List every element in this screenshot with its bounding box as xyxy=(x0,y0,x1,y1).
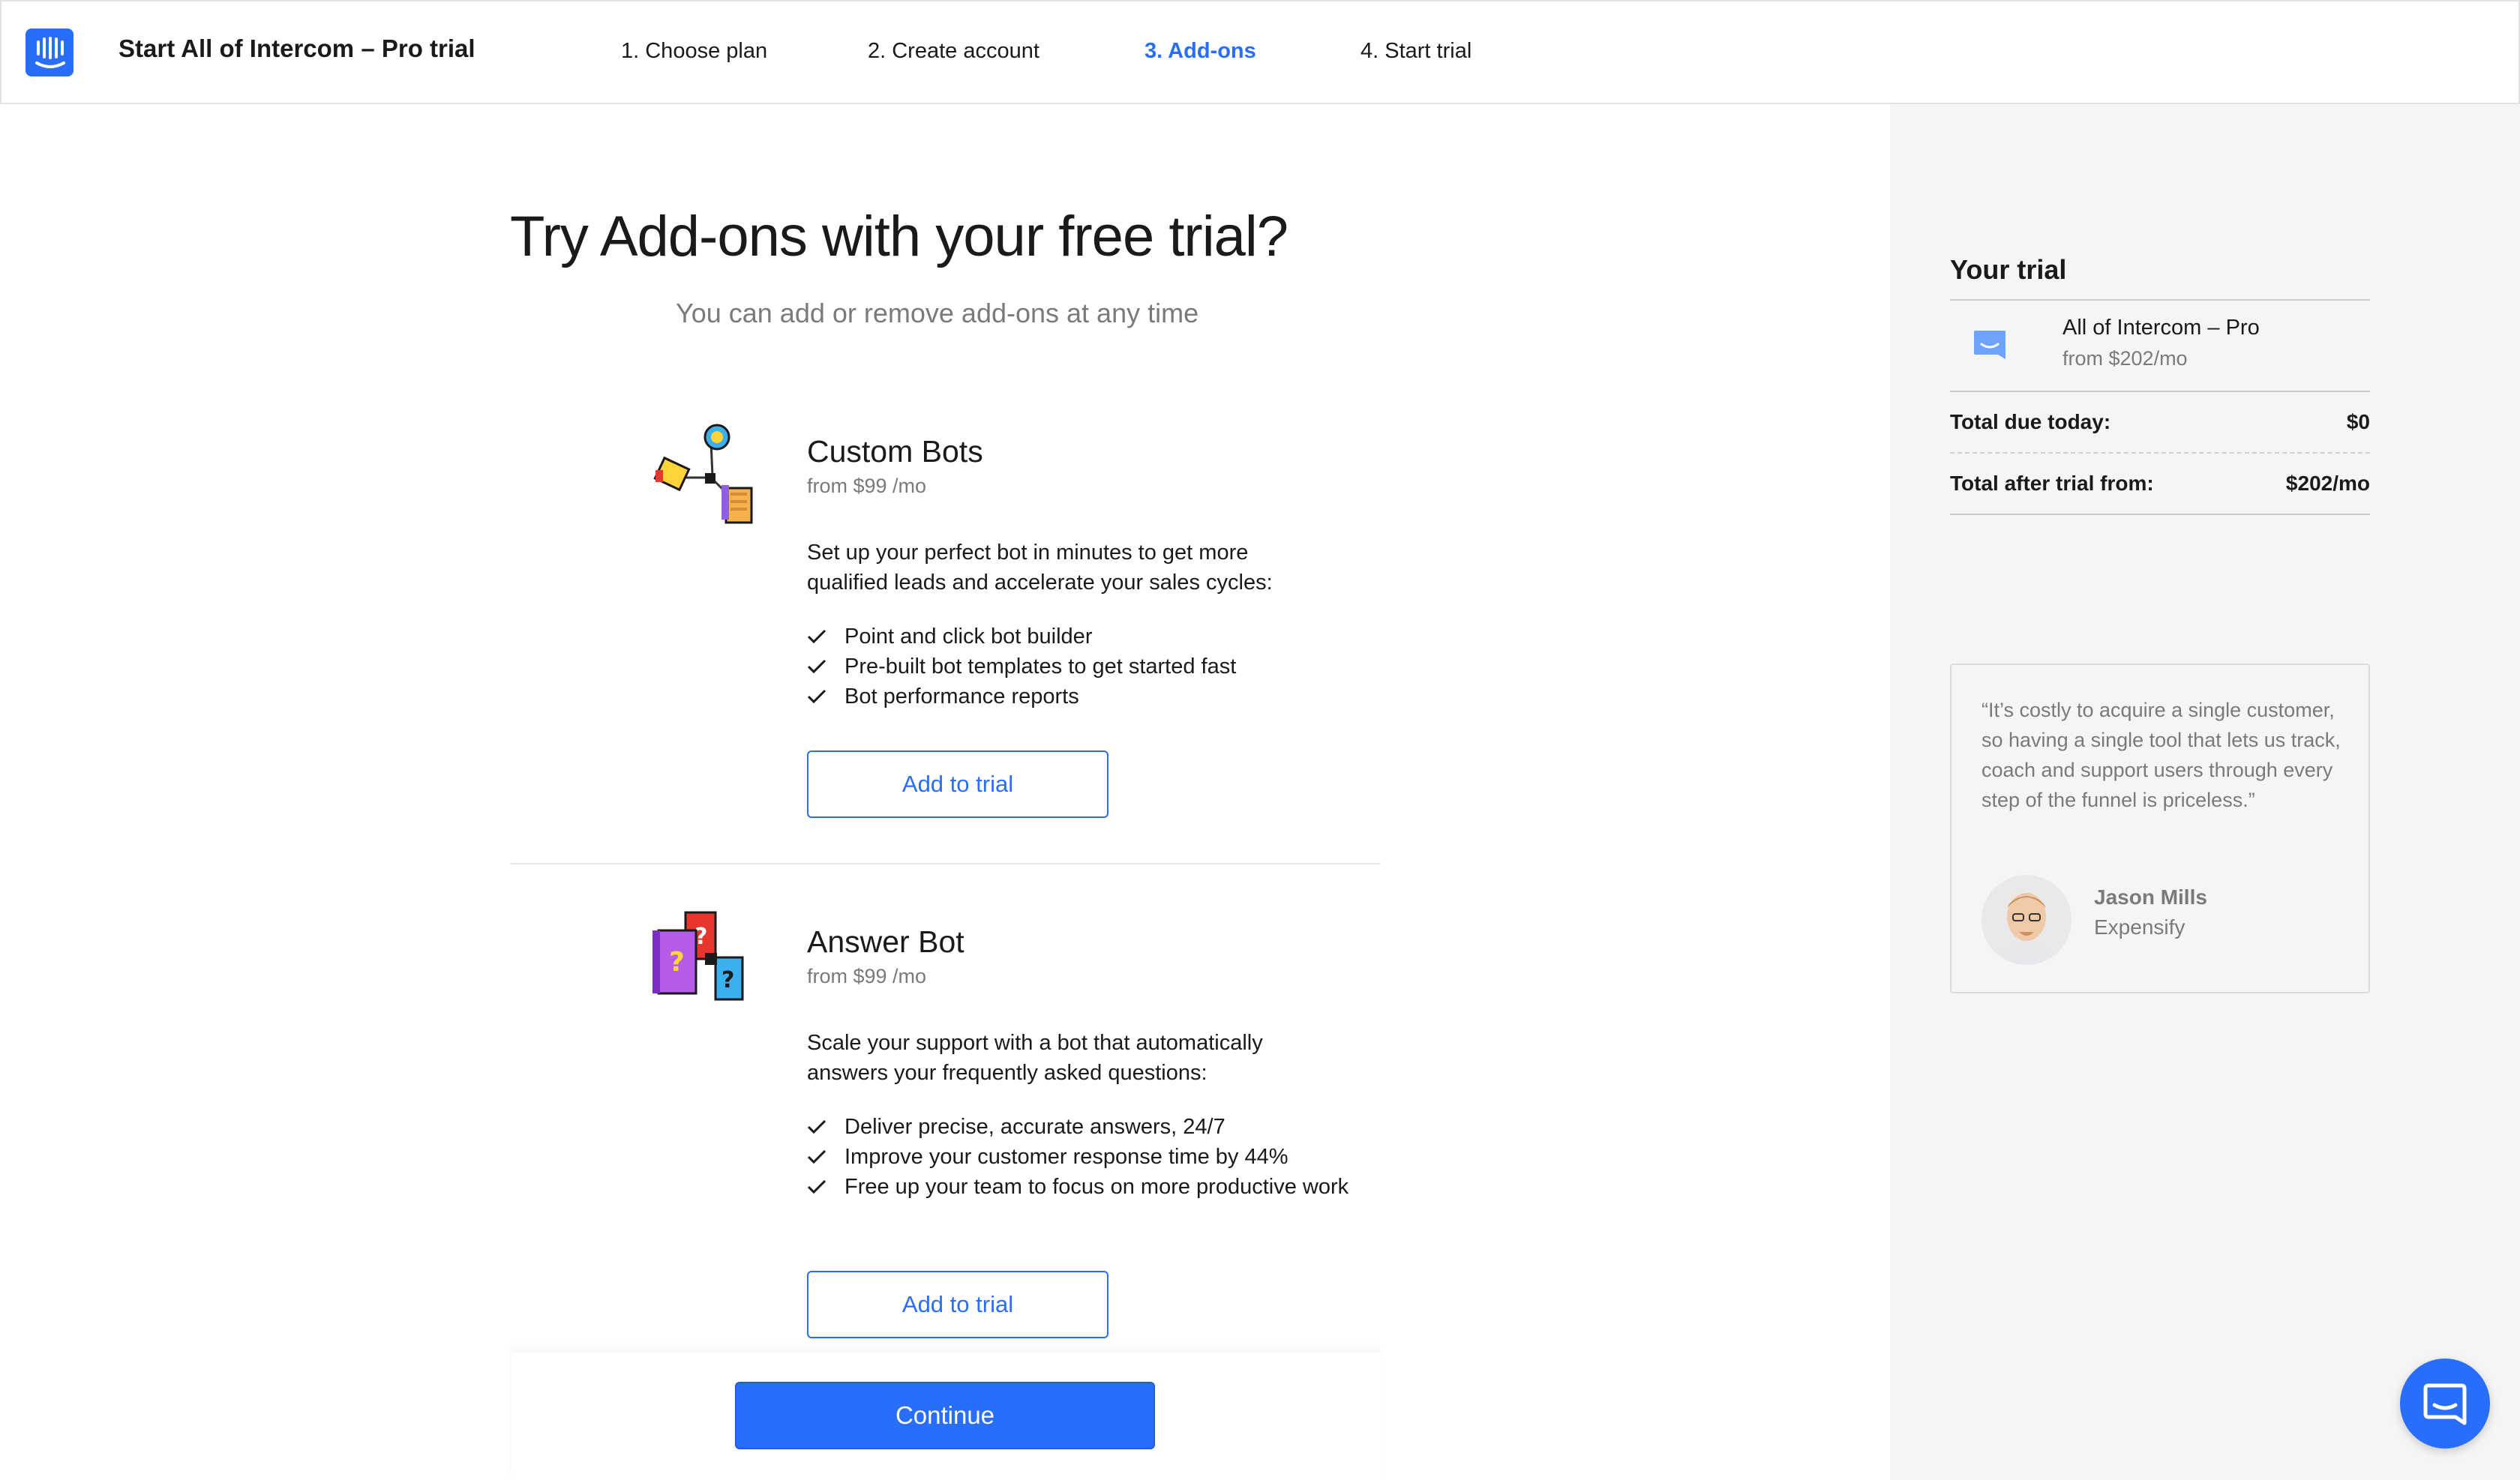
answer-bot-price: from $99 /mo xyxy=(807,965,927,987)
divider xyxy=(1950,391,2370,392)
add-custom-bots-button[interactable]: Add to trial xyxy=(807,750,1108,818)
messenger-icon xyxy=(2423,1383,2467,1425)
check-icon xyxy=(807,689,826,704)
step-add-ons[interactable]: 3. Add-ons xyxy=(1144,39,1256,64)
check-icon xyxy=(807,659,826,674)
divider xyxy=(1950,299,2370,301)
answer-bot-illustration-icon: ? ? ? xyxy=(652,911,744,1001)
app-title: Start All of Intercom – Pro trial xyxy=(118,34,476,62)
feature-text: Pre-built bot templates to get started f… xyxy=(844,655,1237,679)
check-icon xyxy=(807,1149,826,1164)
total-due-today-value: $0 xyxy=(2346,410,2370,433)
testimonial-card: “It’s costly to acquire a single custome… xyxy=(1950,664,2370,993)
custom-bots-illustration-icon xyxy=(653,424,753,524)
total-after-trial-value: $202/mo xyxy=(2285,472,2370,495)
dashed-divider xyxy=(1950,452,2370,454)
step-create-account[interactable]: 2. Create account xyxy=(868,39,1040,64)
svg-text:?: ? xyxy=(669,947,685,978)
custom-bots-title: Custom Bots xyxy=(807,434,983,469)
feature-text: Bot performance reports xyxy=(844,685,1079,709)
feature-text: Improve your customer response time by 4… xyxy=(844,1145,1288,1169)
custom-bots-description: Set up your perfect bot in minutes to ge… xyxy=(807,541,1273,595)
trial-summary-sidebar: Your trial All of Intercom – Pro from $2… xyxy=(1890,104,2520,1480)
intercom-chat-icon xyxy=(1974,331,2006,359)
check-icon xyxy=(807,1179,826,1194)
step-start-trial[interactable]: 4. Start trial xyxy=(1360,39,1472,64)
add-answer-bot-button[interactable]: Add to trial xyxy=(807,1271,1108,1338)
page-subtitle: You can add or remove add-ons at any tim… xyxy=(676,298,1199,328)
sidebar-title: Your trial xyxy=(1950,254,2067,285)
testimonial-company: Expensify xyxy=(2094,915,2186,939)
feature-text: Free up your team to focus on more produ… xyxy=(844,1175,1349,1199)
total-after-trial-label: Total after trial from: xyxy=(1950,472,2154,495)
check-icon xyxy=(807,629,826,644)
divider xyxy=(1950,514,2370,515)
total-due-today-label: Total due today: xyxy=(1950,410,2111,433)
testimonial-quote: “It’s costly to acquire a single custome… xyxy=(1982,699,2341,811)
plan-price: from $202/mo xyxy=(2062,347,2188,370)
main-content: Try Add-ons with your free trial? You ca… xyxy=(0,104,1890,1480)
step-choose-plan[interactable]: 1. Choose plan xyxy=(621,39,767,64)
avatar xyxy=(1982,875,2072,965)
feature-text: Point and click bot builder xyxy=(844,625,1093,649)
check-icon xyxy=(807,1119,826,1134)
page-title: Try Add-ons with your free trial? xyxy=(510,205,1288,268)
plan-name: All of Intercom – Pro xyxy=(2062,316,2260,340)
testimonial-author: Jason Mills xyxy=(2094,885,2207,909)
section-divider xyxy=(511,863,1381,864)
messenger-launcher-button[interactable] xyxy=(2400,1359,2490,1449)
top-header: Start All of Intercom – Pro trial 1. Cho… xyxy=(0,0,2520,104)
feature-text: Deliver precise, accurate answers, 24/7 xyxy=(844,1115,1226,1139)
answer-bot-description: Scale your support with a bot that autom… xyxy=(807,1031,1263,1085)
answer-bot-title: Answer Bot xyxy=(807,924,964,959)
custom-bots-price: from $99 /mo xyxy=(807,475,927,497)
intercom-logo-icon[interactable] xyxy=(26,28,74,76)
continue-button[interactable]: Continue xyxy=(735,1382,1155,1449)
svg-text:?: ? xyxy=(722,967,734,993)
